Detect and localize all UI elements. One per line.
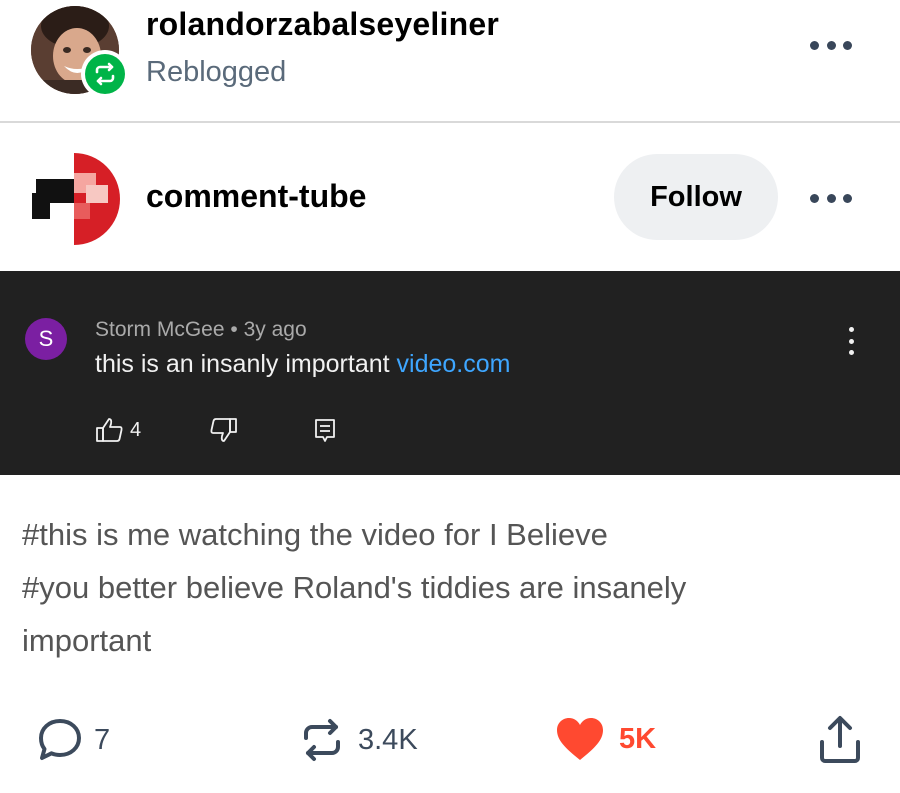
comment-like: 4	[95, 416, 141, 444]
more-icon[interactable]	[806, 30, 856, 60]
comment-image: S Storm McGee • 3y ago this is an insanl…	[0, 271, 900, 475]
follow-button[interactable]: Follow	[614, 154, 778, 240]
reblogs-count: 3.4K	[358, 723, 418, 756]
blog-name[interactable]: comment-tube	[146, 178, 366, 215]
share-icon[interactable]	[816, 714, 864, 771]
comment-time: 3y ago	[243, 318, 307, 341]
comment-text: this is an insanly important video.com	[95, 350, 510, 379]
post-tags: #this is me watching the video for I Bel…	[22, 508, 852, 667]
reblog-badge	[81, 50, 129, 98]
kebab-menu-icon	[846, 327, 856, 355]
like-button[interactable]: 5K	[555, 716, 656, 762]
comment-like-count: 4	[130, 418, 142, 441]
likes-count: 5K	[619, 722, 657, 755]
notes-button[interactable]: 7	[36, 716, 110, 764]
reblog-icon	[304, 719, 340, 761]
comment-separator: •	[230, 318, 238, 341]
blog-header: comment-tube Follow	[0, 123, 900, 271]
comment-bubble-icon	[39, 719, 81, 760]
tag-line[interactable]: #you better believe Roland's tiddies are…	[22, 561, 852, 614]
commenter-avatar: S	[25, 318, 67, 360]
tag-line[interactable]: important	[22, 614, 852, 667]
reply-icon	[313, 416, 337, 449]
comment-author: Storm McGee	[95, 318, 225, 341]
reblog-button[interactable]: 3.4K	[298, 716, 418, 764]
blog-avatar[interactable]	[28, 153, 120, 245]
thumbs-down-icon	[208, 416, 238, 449]
post-footer: 7 3.4K 5K	[0, 700, 900, 780]
comment-link: video.com	[396, 350, 511, 378]
tag-line[interactable]: #this is me watching the video for I Bel…	[22, 508, 852, 561]
reblogged-label: Reblogged	[146, 56, 287, 88]
reblog-header: rolandorzabalseyeliner Reblogged	[0, 0, 900, 122]
comment-meta: Storm McGee • 3y ago	[95, 318, 307, 342]
notes-count: 7	[94, 723, 111, 756]
heart-icon	[557, 718, 603, 760]
reblog-icon	[85, 54, 125, 94]
thumbs-up-icon	[96, 418, 123, 442]
comment-text-body: this is an insanly important	[95, 350, 397, 378]
reblogger-username[interactable]: rolandorzabalseyeliner	[146, 6, 499, 43]
more-icon[interactable]	[806, 183, 856, 213]
